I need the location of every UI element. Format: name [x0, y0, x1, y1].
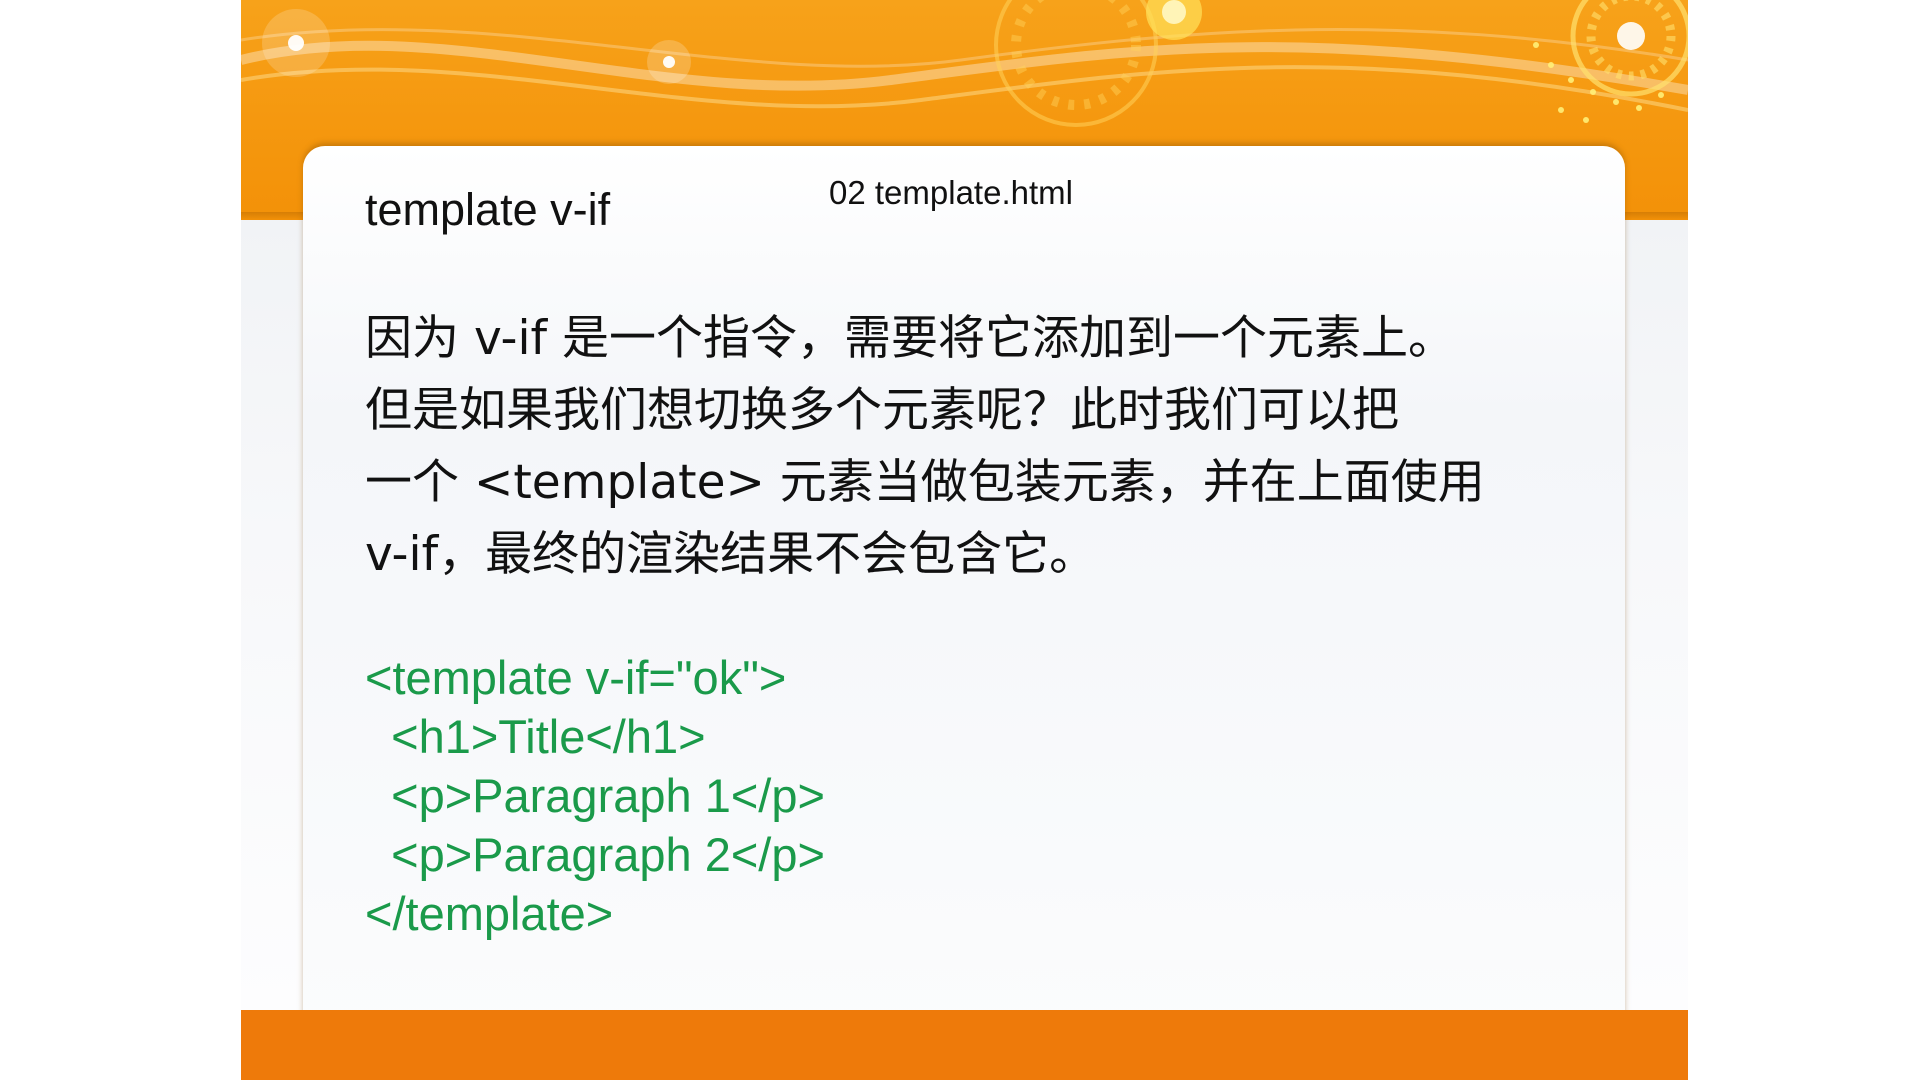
code-line: <h1>Title</h1>: [365, 710, 706, 763]
panel-right-shadow: [1618, 212, 1688, 220]
body-line: 一个 <template> 元素当做包装元素，并在上面使用: [365, 455, 1485, 510]
code-example: <template v-if="ok"> <h1>Title</h1> <p>P…: [365, 648, 825, 943]
code-line: <template v-if="ok">: [365, 651, 787, 704]
body-line: 因为 v-if 是一个指令，需要将它添加到一个元素上。: [365, 311, 1455, 366]
slide-title: template v-if: [365, 184, 611, 235]
slide-filename-label: 02 template.html: [829, 174, 1073, 211]
screen: template v-if 02 template.html 因为 v-if 是…: [0, 0, 1920, 1080]
presentation-slide: template v-if 02 template.html 因为 v-if 是…: [241, 0, 1688, 1080]
panel-left-shadow: [241, 212, 311, 220]
code-line: <p>Paragraph 2</p>: [365, 828, 825, 881]
code-line: </template>: [365, 887, 614, 940]
slide-body-text: 因为 v-if 是一个指令，需要将它添加到一个元素上。 但是如果我们想切换多个元…: [365, 303, 1565, 591]
body-line: 但是如果我们想切换多个元素呢？此时我们可以把: [365, 383, 1399, 438]
slide-footer-bar: [241, 1010, 1688, 1080]
body-line: v-if，最终的渲染结果不会包含它。: [365, 527, 1097, 582]
code-line: <p>Paragraph 1</p>: [365, 769, 825, 822]
